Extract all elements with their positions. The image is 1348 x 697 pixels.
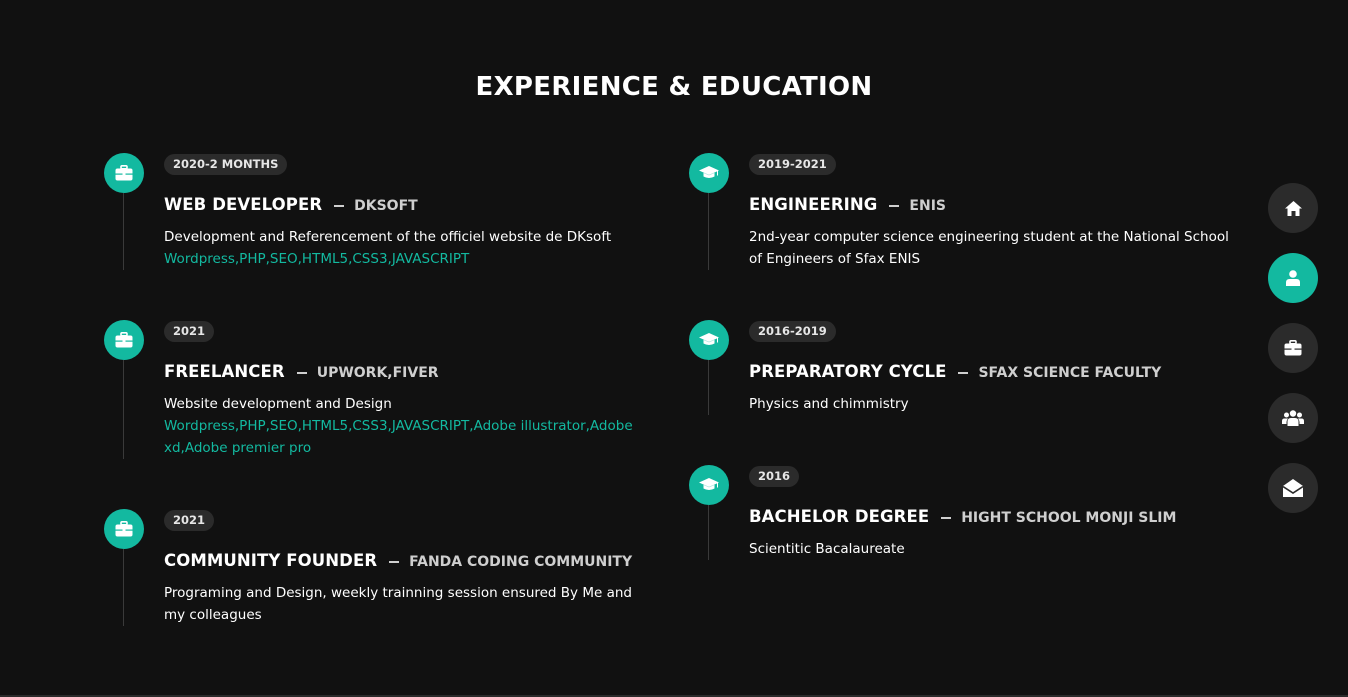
company-name: DKSOFT	[354, 198, 418, 214]
timeline-line	[708, 360, 709, 415]
briefcase-icon	[1284, 340, 1302, 356]
dash-separator	[958, 371, 969, 374]
title-row: BACHELOR DEGREE HIGHT SCHOOL MONJI SLIM	[749, 507, 1229, 529]
dash-separator	[941, 516, 952, 519]
year-badge: 2021	[164, 321, 215, 342]
title-row: WEB DEVELOPER DKSOFT	[164, 195, 644, 217]
year-badge: 2019-2021	[749, 154, 836, 175]
skills-list: Wordpress,PHP,SEO,HTML5,CSS3,JAVASCRIPT	[164, 251, 470, 267]
dash-separator	[389, 560, 400, 563]
year-badge: 2021	[164, 510, 215, 531]
job-description: Website development and Design	[164, 396, 392, 412]
dash-separator	[334, 204, 345, 207]
nav-about-button[interactable]	[1268, 253, 1318, 303]
education-content: 2016 BACHELOR DEGREE HIGHT SCHOOL MONJI S…	[749, 465, 1229, 560]
job-title: FREELANCER	[164, 362, 285, 381]
company-name: FANDA CODING COMMUNITY	[409, 554, 633, 570]
job-title: WEB DEVELOPER	[164, 195, 323, 214]
timeline-line	[123, 549, 124, 626]
graduation-cap-icon	[689, 320, 729, 360]
job-description: Development and Referencement of the off…	[164, 229, 612, 245]
nav-contact-button[interactable]	[1268, 463, 1318, 513]
timeline-line	[123, 360, 124, 459]
dash-separator	[889, 204, 900, 207]
briefcase-icon	[104, 509, 144, 549]
timeline-line	[123, 193, 124, 270]
school-name: ENIS	[909, 198, 946, 214]
education-description: Scientitic Bacalaureate	[749, 541, 905, 557]
education-content: 2016-2019 PREPARATORY CYCLE SFAX SCIENCE …	[749, 320, 1229, 415]
home-icon	[1284, 200, 1302, 216]
experience-content: 2021 FREELANCER UPWORK,FIVER Website deve…	[164, 320, 644, 459]
timeline-line	[708, 193, 709, 270]
nav-team-button[interactable]	[1268, 393, 1318, 443]
experience-content: 2021 COMMUNITY FOUNDER FANDA CODING COMMU…	[164, 509, 644, 626]
briefcase-icon	[104, 153, 144, 193]
year-badge: 2020-2 MONTHS	[164, 154, 288, 175]
timeline-line	[708, 505, 709, 560]
user-icon	[1286, 270, 1300, 286]
degree-title: PREPARATORY CYCLE	[749, 362, 947, 381]
school-name: HIGHT SCHOOL MONJI SLIM	[961, 510, 1177, 526]
skills-list: Wordpress,PHP,SEO,HTML5,CSS3,JAVASCRIPT,…	[164, 418, 633, 456]
resume-page: EXPERIENCE & EDUCATION 2020-2 MONTHS WEB…	[0, 0, 1348, 697]
year-badge: 2016	[749, 466, 800, 487]
nav-home-button[interactable]	[1268, 183, 1318, 233]
job-title: COMMUNITY FOUNDER	[164, 551, 378, 570]
year-badge: 2016-2019	[749, 321, 836, 342]
education-description: Physics and chimmistry	[749, 396, 909, 412]
title-row: FREELANCER UPWORK,FIVER	[164, 362, 644, 384]
graduation-cap-icon	[689, 153, 729, 193]
education-description: 2nd-year computer science engineering st…	[749, 229, 1229, 267]
nav-portfolio-button[interactable]	[1268, 323, 1318, 373]
title-row: COMMUNITY FOUNDER FANDA CODING COMMUNITY	[164, 551, 644, 573]
section-title: EXPERIENCE & EDUCATION	[475, 72, 873, 102]
title-row: PREPARATORY CYCLE SFAX SCIENCE FACULTY	[749, 362, 1229, 384]
envelope-open-icon	[1283, 479, 1303, 497]
dash-separator	[296, 371, 307, 374]
experience-content: 2020-2 MONTHS WEB DEVELOPER DKSOFT Develo…	[164, 153, 644, 270]
users-icon	[1282, 410, 1304, 426]
company-name: UPWORK,FIVER	[316, 365, 439, 381]
degree-title: BACHELOR DEGREE	[749, 507, 930, 526]
education-content: 2019-2021 ENGINEERING ENIS 2nd-year compu…	[749, 153, 1229, 270]
job-description: Programing and Design, weekly trainning …	[164, 585, 632, 623]
degree-title: ENGINEERING	[749, 195, 878, 214]
briefcase-icon	[104, 320, 144, 360]
title-row: ENGINEERING ENIS	[749, 195, 1229, 217]
school-name: SFAX SCIENCE FACULTY	[978, 365, 1162, 381]
graduation-cap-icon	[689, 465, 729, 505]
